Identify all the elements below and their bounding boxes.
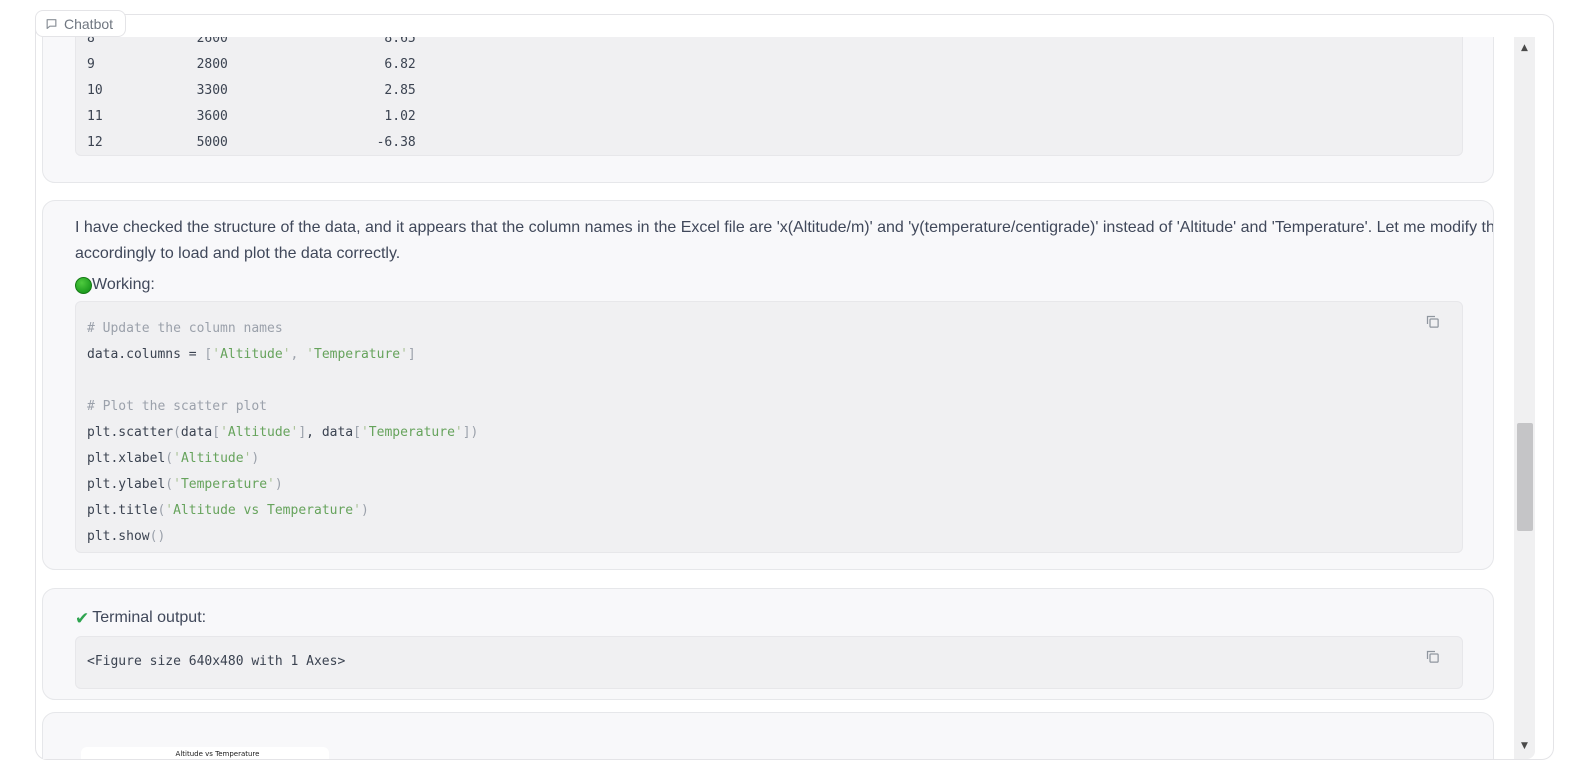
- scroll-up-arrow[interactable]: ▲: [1514, 37, 1535, 59]
- chat-bubble-icon: [45, 17, 58, 30]
- green-circle-icon: [75, 277, 92, 294]
- analysis-text-line: I have checked the structure of the data…: [75, 215, 1463, 241]
- python-code: # Update the column namesdata.columns = …: [87, 316, 1462, 550]
- terminal-status-row: ✔ Terminal output:: [75, 605, 1463, 631]
- terminal-output-block: <Figure size 640x480 with 1 Axes>: [75, 636, 1463, 689]
- chat-scroll-area[interactable]: 8 2600 8.659 2800 6.8210 3300 2.8511 360…: [36, 37, 1513, 759]
- message-bubble-table: 8 2600 8.659 2800 6.8210 3300 2.8511 360…: [42, 37, 1494, 183]
- scrollbar-track[interactable]: ▲ ▼: [1514, 37, 1535, 759]
- python-code-block: # Update the column namesdata.columns = …: [75, 301, 1463, 553]
- message-bubble-terminal: ✔ Terminal output: <Figure size 640x480 …: [42, 588, 1494, 700]
- copy-code-button[interactable]: [1424, 314, 1440, 330]
- dataframe-rows: 8 2600 8.659 2800 6.8210 3300 2.8511 360…: [87, 37, 1462, 156]
- message-bubble-analysis: I have checked the structure of the data…: [42, 200, 1494, 570]
- copy-output-button[interactable]: [1424, 649, 1440, 665]
- figure-thumbnail[interactable]: Altitude vs Temperature: [81, 747, 329, 759]
- figure-title: Altitude vs Temperature: [107, 750, 328, 758]
- chatbot-app: Chatbot 8 2600 8.659 2800 6.8210 3300 2.…: [0, 0, 1574, 777]
- terminal-output-label: Terminal output:: [92, 609, 206, 627]
- scrollbar-thumb[interactable]: [1517, 423, 1533, 531]
- chatbot-label-tab: Chatbot: [35, 10, 126, 37]
- checkmark-icon: ✔: [75, 610, 89, 627]
- message-bubble-figure: Altitude vs Temperature: [42, 712, 1494, 759]
- scroll-down-arrow[interactable]: ▼: [1514, 735, 1535, 757]
- working-label: Working:: [92, 276, 155, 294]
- terminal-output-text: <Figure size 640x480 with 1 Axes>: [87, 649, 1462, 675]
- chatbot-label: Chatbot: [64, 16, 113, 32]
- dataframe-output-block: 8 2600 8.659 2800 6.8210 3300 2.8511 360…: [75, 37, 1463, 156]
- analysis-text-line: accordingly to load and plot the data co…: [75, 241, 1463, 267]
- working-status-row: Working:: [75, 273, 1463, 297]
